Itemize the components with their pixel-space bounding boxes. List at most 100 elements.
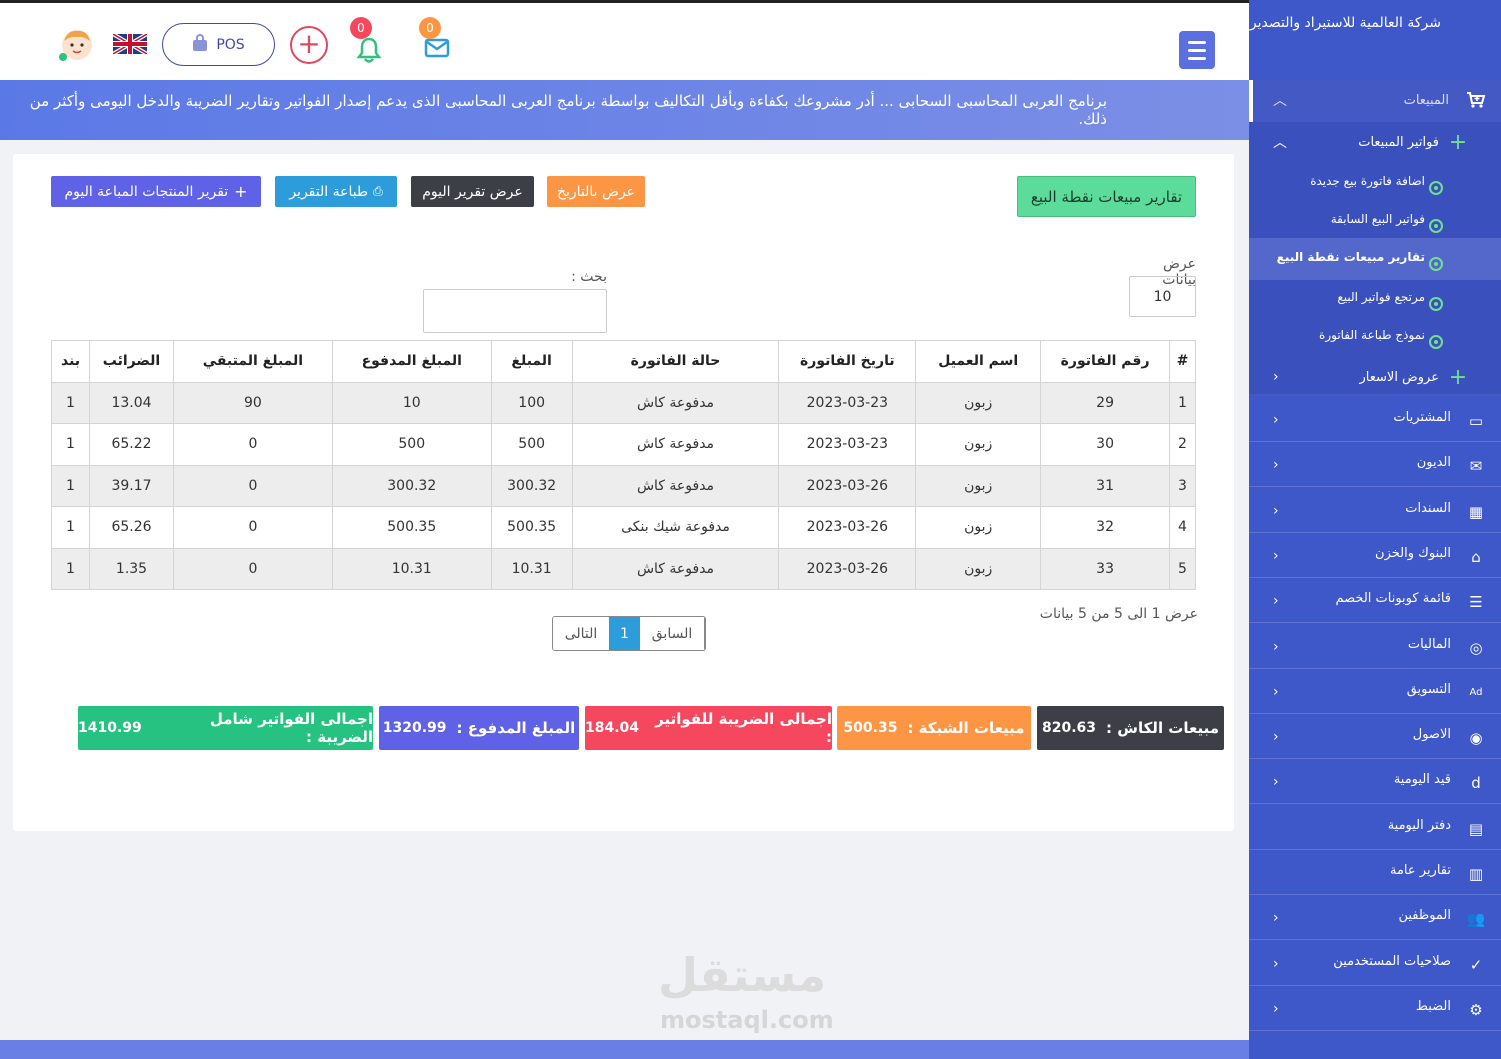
sidebar-sales-label: المبيعات [1403,92,1449,108]
table-cell: 100 [490,381,573,424]
table-cell: مدفوعة كاش [571,547,780,590]
table-cell: 31 [1040,464,1171,507]
sidebar-item[interactable]: ▭ المشتريات ‹ [1249,398,1501,441]
sidebar-divider [1249,576,1501,578]
column-header[interactable]: المبلغ المتبقي [172,340,333,383]
chevron-left-icon: ‹ [1273,729,1279,746]
sidebar-item[interactable]: ▦ السندات ‹ [1249,489,1501,532]
avatar[interactable] [58,27,96,67]
column-header[interactable]: بند [50,340,91,383]
sidebar-item-quotes[interactable]: + عروض الاسعار ‹ [1249,365,1501,390]
column-header[interactable]: المبلغ المدفوع [331,340,492,383]
add-button[interactable]: + [290,26,328,64]
sidebar-item-sales-invoices[interactable]: + فواتير المبيعات ︿ [1249,130,1501,155]
sidebar-item[interactable]: d قيد اليومية ‹ [1249,760,1501,803]
chevron-left-icon: ‹ [1273,638,1279,655]
sidebar-subitem-label: نموذج طباعة الفاتورة [1319,328,1425,342]
products-sold-today-label: تقرير المنتجات المباعة اليوم [64,183,229,200]
sidebar-divider [1249,939,1501,941]
sidebar-subitem-label: فواتير البيع السابقة [1330,212,1425,226]
search-input[interactable] [423,289,607,333]
table-cell: 90 [172,381,333,424]
sidebar-item[interactable]: ◉ الاصول ‹ [1249,715,1501,758]
sidebar-subitem[interactable]: نموذج طباعة الفاتورة [1249,328,1501,350]
sidebar-divider [1249,622,1501,624]
table-cell: 2023-03-26 [778,547,917,590]
print-report-button[interactable]: ⎙ طباعة التقرير [275,176,397,207]
sidebar-item[interactable]: Ad التسويق ‹ [1249,670,1501,713]
table-cell: 2 [1169,423,1196,466]
chevron-left-icon: ‹ [1273,683,1279,700]
messages-badge: 0 [419,17,441,39]
grand-total-label: اجمالى الفواتير شامل الضريبة : [209,710,373,746]
table-row[interactable]: 4 32 زبون 2023-03-26 مدفوعة شيك بنكى 500.35 50… [50,506,1196,549]
sidebar-subitem[interactable]: فواتير البيع السابقة [1249,212,1501,234]
shopping-bag-icon [192,33,208,56]
table-cell: 500 [490,423,573,466]
invoices-table: # رقم الفاتورة اسم العميل تاريخ الفاتورة حال… [50,340,1196,590]
sidebar-item[interactable]: ✓ صلاحيات المستخدمين ‹ [1249,942,1501,985]
column-header[interactable]: # [1169,340,1196,383]
previous-page-button[interactable]: السابق [640,617,705,650]
table-cell: زبون [915,464,1042,507]
sidebar-subitem[interactable]: مرتجع فواتير البيع [1249,290,1501,312]
table-cell: مدفوعة كاش [571,423,780,466]
ledger-icon: ▤ [1468,819,1484,838]
sidebar-item[interactable]: ⌂ البنوك والخزن ‹ [1249,534,1501,577]
chat-icon: ✉ [1469,457,1483,476]
table-cell: 1 [50,381,91,424]
column-header[interactable]: تاريخ الفاتورة [778,340,917,383]
credit-card-icon: ▭ [1468,412,1484,430]
products-sold-today-button[interactable]: + تقرير المنتجات المباعة اليوم [51,176,261,207]
sidebar-item[interactable]: ◎ الماليات ‹ [1249,625,1501,668]
column-header[interactable]: حالة الفاتورة [571,340,780,383]
sidebar-item[interactable]: ⚙ الضبط ‹ [1249,987,1501,1030]
sidebar-item[interactable]: ▥ تقارير عامة [1249,851,1501,894]
table-cell: 500.35 [490,506,573,549]
chevron-left-icon: ‹ [1273,547,1279,564]
hamburger-menu-button[interactable] [1179,31,1215,69]
table-row[interactable]: 2 30 زبون 2023-03-23 مدفوعة كاش 500 500 0 65.22 1 [50,423,1196,466]
sidebar-divider [1249,667,1501,669]
radio-dot-icon [1429,219,1443,233]
next-page-button[interactable]: التالى [553,617,609,650]
page-1-button[interactable]: 1 [609,617,640,650]
column-header[interactable]: المبلغ [490,340,573,383]
sidebar-item[interactable]: 👥 الموظفين ‹ [1249,896,1501,939]
chevron-left-icon: ‹ [1273,369,1279,385]
column-header[interactable]: الضرائب [89,340,174,383]
entries-select[interactable]: 10 [1129,276,1196,317]
table-row[interactable]: 3 31 زبون 2023-03-26 مدفوعة كاش 300.32 300.32 0… [50,464,1196,507]
view-by-date-button[interactable]: عرض بالتاريخ [547,176,645,207]
sidebar-item-sales[interactable]: المبيعات ︿ [1249,88,1501,112]
coins-icon: ◎ [1469,638,1483,657]
uk-flag-icon[interactable] [111,32,149,58]
grand-total-value: 1410.99 [78,720,142,736]
chevron-left-icon: ‹ [1273,774,1279,791]
table-info: عرض 1 الى 5 من 5 بيانات [1039,606,1198,622]
column-header[interactable]: رقم الفاتورة [1040,340,1171,383]
table-cell: 300.32 [490,464,573,507]
sidebar-subitem[interactable]: تقارير مبيعات نقطة البيع [1249,238,1501,280]
sidebar-subitem[interactable]: اضافة فاتورة بيع جديدة [1249,174,1501,196]
view-today-report-button[interactable]: عرض تقرير اليوم [411,176,534,207]
table-cell: زبون [915,423,1042,466]
sidebar-divider [1249,712,1501,714]
table-row[interactable]: 5 33 زبون 2023-03-26 مدفوعة كاش 10.31 10.31 0 1.… [50,547,1196,590]
search-label: بحث : [571,269,607,285]
chevron-left-icon: ‹ [1273,457,1279,474]
table-row[interactable]: 1 29 زبون 2023-03-23 مدفوعة كاش 100 10 90 13.04 1 [50,381,1196,424]
table-cell: 1 [50,506,91,549]
pos-sales-report-button[interactable]: تقارير مبيعات نقطة البيع [1017,176,1196,217]
pos-button[interactable]: POS [162,23,275,66]
table-cell: 10.31 [331,547,492,590]
cash-sales-total: مبيعات الكاش : 820.63 [1037,706,1224,750]
company-name: شركة العالمية للاستيراد والتصدير [1249,15,1441,31]
sidebar-item[interactable]: ☰ قائمة كوبونات الخصم ‹ [1249,579,1501,622]
column-header[interactable]: اسم العميل [915,340,1042,383]
bell-icon[interactable] [356,36,382,68]
pagination: التالى 1 السابق [552,616,706,651]
sidebar-item[interactable]: ▤ دفتر اليومية [1249,806,1501,849]
sidebar-item[interactable]: ✉ الديون ‹ [1249,443,1501,486]
envelope-icon[interactable] [424,37,450,63]
